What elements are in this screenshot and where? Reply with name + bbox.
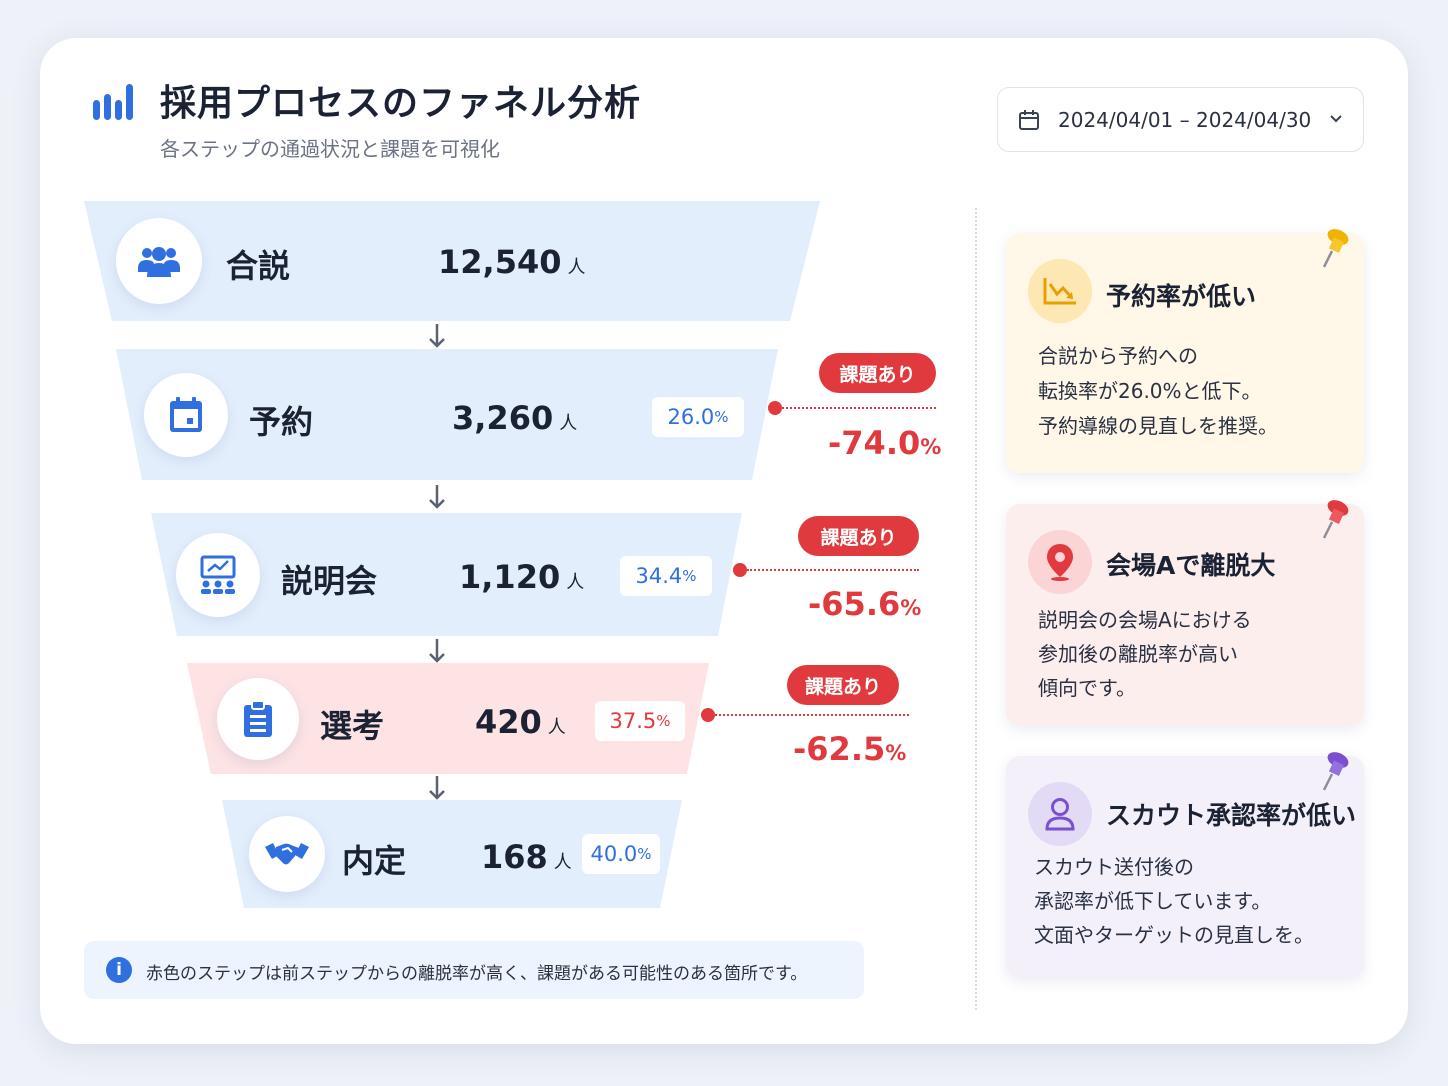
handshake-icon: [249, 816, 325, 892]
stage-count: 420 人: [475, 703, 566, 741]
issue-connector: [747, 569, 919, 571]
insight-line: 傾向です。: [1038, 676, 1136, 700]
stage-count: 3,260 人: [452, 399, 577, 437]
rate-unit: %: [656, 712, 671, 730]
stage-count-unit: 人: [567, 257, 586, 278]
stage-label: 合説: [226, 247, 291, 285]
drop-rate-value: -62.5: [793, 730, 886, 768]
funnel-stage[interactable]: 予約 3,260 人 26.0%: [116, 349, 778, 480]
insight-line: 説明会の会場Aにおける: [1038, 608, 1252, 632]
stage-count-value: 1,120: [459, 558, 561, 596]
issue-badge: 課題あり: [798, 516, 919, 556]
chevron-down-icon: [1330, 115, 1342, 123]
insight-line: 参加後の離脱率が高い: [1038, 642, 1238, 666]
stage-count-unit: 人: [547, 717, 566, 738]
drop-rate-unit: %: [900, 596, 922, 620]
stage-count-unit: 人: [566, 572, 585, 593]
rate-value: 37.5: [609, 709, 657, 733]
stage-label: 予約: [249, 403, 314, 441]
insight-line: 文面やターゲットの見直しを。: [1034, 923, 1314, 947]
stage-label: 説明会: [281, 562, 378, 600]
info-text: 赤色のステップは前ステップからの離脱率が高く、課題がある可能性のある箇所です。: [146, 964, 808, 984]
rate-value: 34.4: [635, 564, 683, 588]
insight-card[interactable]: 予約率が低い 合説から予約への 転換率が26.0%と低下。 予約導線の見直しを推…: [1006, 229, 1364, 473]
arrow-down-icon: [429, 324, 445, 348]
stage-count-unit: 人: [553, 852, 572, 873]
conversion-rate-badge: 34.4%: [620, 556, 712, 596]
conversion-rate-badge: 37.5%: [595, 701, 685, 741]
clipboard-icon: [217, 678, 299, 760]
date-range-value: 2024/04/01 – 2024/04/30: [1058, 108, 1312, 132]
pushpin-icon: [1322, 752, 1349, 791]
stage-label: 内定: [342, 842, 407, 880]
issue-badge: 課題あり: [787, 665, 899, 705]
drop-rate-unit: %: [920, 435, 942, 459]
insight-body: スカウト送付後の 承認率が低下しています。 文面やターゲットの見直しを。: [1034, 850, 1314, 952]
insight-card[interactable]: スカウト承認率が低い スカウト送付後の 承認率が低下しています。 文面やターゲッ…: [1006, 752, 1364, 978]
insight-body: 合説から予約への 転換率が26.0%と低下。 予約導線の見直しを推奨。: [1038, 339, 1278, 444]
arrow-down-icon: [429, 485, 445, 509]
issue-marker: [701, 708, 715, 722]
stage-count: 1,120 人: [459, 558, 584, 596]
issue-connector: [715, 714, 909, 716]
drop-rate: -62.5%: [793, 730, 906, 768]
stage-count-value: 420: [475, 703, 542, 741]
rate-unit: %: [714, 408, 729, 426]
stage-count: 168 人: [481, 838, 572, 876]
info-note: i 赤色のステップは前ステップからの離脱率が高く、課題がある可能性のある箇所です…: [84, 941, 864, 999]
drop-rate-value: -74.0: [828, 424, 921, 462]
arrow-down-icon: [429, 776, 445, 800]
insight-title: スカウト承認率が低い: [1106, 801, 1357, 830]
arrow-down-icon: [429, 639, 445, 663]
conversion-rate-badge: 26.0%: [652, 397, 744, 437]
rate-unit: %: [682, 567, 697, 585]
funnel-stage[interactable]: 内定 168 人 40.0%: [222, 800, 682, 908]
stage-count-unit: 人: [559, 413, 578, 434]
rate-unit: %: [637, 845, 652, 863]
insight-title: 会場Aで離脱大: [1106, 551, 1276, 580]
insight-card[interactable]: 会場Aで離脱大 説明会の会場Aにおける 参加後の離脱率が高い 傾向です。: [1006, 500, 1364, 726]
insight-line: 予約導線の見直しを推奨。: [1038, 414, 1278, 438]
insight-line: スカウト送付後の: [1034, 855, 1194, 879]
presentation-icon: [176, 533, 260, 617]
insight-line: 承認率が低下しています。: [1034, 889, 1272, 913]
user-icon: [1028, 782, 1092, 846]
calendar-icon: [144, 373, 228, 457]
insight-line: 転換率が26.0%と低下。: [1038, 379, 1262, 403]
insight-line: 合説から予約への: [1038, 344, 1198, 368]
chart-down-icon: [1028, 259, 1092, 323]
stage-count: 12,540 人: [438, 243, 585, 281]
stage-count-value: 12,540: [438, 243, 562, 281]
stage-count-value: 3,260: [452, 399, 554, 437]
issue-badge: 課題あり: [819, 353, 936, 393]
info-icon: i: [106, 957, 132, 983]
stage-count-value: 168: [481, 838, 548, 876]
location-pin-icon: [1028, 530, 1092, 594]
pushpin-icon: [1322, 229, 1349, 268]
people-group-icon: [116, 218, 202, 304]
date-range-picker[interactable]: 2024/04/01 – 2024/04/30: [997, 87, 1364, 152]
pushpin-icon: [1322, 500, 1349, 539]
drop-rate-value: -65.6: [808, 585, 901, 623]
funnel-stage[interactable]: 合説 12,540 人: [84, 201, 820, 321]
rate-value: 26.0: [667, 405, 715, 429]
conversion-rate-badge: 40.0%: [582, 834, 660, 874]
issue-marker: [733, 563, 747, 577]
drop-rate: -74.0%: [828, 424, 941, 462]
drop-rate-unit: %: [885, 741, 907, 765]
issue-marker: [768, 401, 782, 415]
funnel-stage[interactable]: 選考 420 人 37.5%: [187, 663, 709, 774]
calendar-icon: [1019, 110, 1039, 130]
funnel-chart: 合説 12,540 人 予約 3,260 人 26.0% 説明会 1,120 人…: [0, 0, 980, 1086]
insight-title: 予約率が低い: [1106, 282, 1257, 311]
column-divider: [975, 208, 977, 1010]
insight-body: 説明会の会場Aにおける 参加後の離脱率が高い 傾向です。: [1038, 603, 1252, 705]
rate-value: 40.0: [590, 842, 638, 866]
issue-connector: [782, 407, 936, 409]
drop-rate: -65.6%: [808, 585, 921, 623]
stage-label: 選考: [320, 707, 385, 745]
funnel-stage[interactable]: 説明会 1,120 人 34.4%: [151, 513, 742, 636]
